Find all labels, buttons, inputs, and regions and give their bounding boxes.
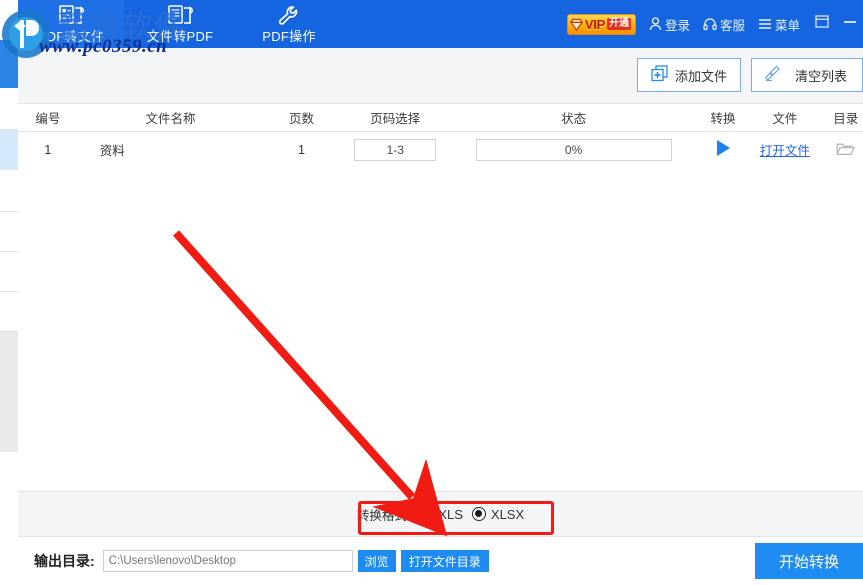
table-header-row: 编号 文件名称 页数 页码选择 状态 转换 文件 目录 删除 bbox=[18, 104, 863, 131]
table-row: 1 资料 1 1-3 0% 打开文件 bbox=[18, 131, 863, 168]
file-to-pdf-icon bbox=[168, 5, 193, 27]
nav-tab-pdf-to-file[interactable]: PDF转文件 bbox=[18, 0, 124, 48]
folder-icon[interactable] bbox=[836, 145, 855, 159]
menu-label: 菜单 bbox=[775, 15, 800, 34]
window-controls bbox=[815, 15, 857, 33]
strip-segment bbox=[0, 88, 18, 130]
cell-page-count: 1 bbox=[263, 131, 339, 168]
cell-status: 0% bbox=[451, 131, 696, 168]
play-icon[interactable] bbox=[717, 140, 730, 156]
radio-xlsx-icon[interactable] bbox=[472, 507, 486, 521]
output-dir-label: 输出目录: bbox=[34, 551, 95, 571]
nav-tab-file-to-pdf[interactable]: 文件转PDF bbox=[124, 0, 236, 48]
strip-segment bbox=[0, 452, 18, 585]
format-option-xls[interactable]: XLS bbox=[419, 507, 463, 522]
vip-label: VIP bbox=[585, 18, 605, 31]
minimize-icon[interactable] bbox=[843, 15, 857, 33]
vip-upgrade-button[interactable]: VIP 开通 bbox=[567, 14, 636, 35]
format-option-xlsx[interactable]: XLSX bbox=[472, 507, 524, 522]
nav-tab-label: PDF操作 bbox=[262, 29, 316, 44]
toolbar-buttons: 添加文件 清空列表 bbox=[637, 58, 863, 92]
login-button[interactable]: 登录 bbox=[649, 15, 690, 34]
clear-list-button[interactable]: 清空列表 bbox=[751, 58, 863, 92]
pdf-to-file-icon bbox=[59, 5, 84, 27]
strip-segment-blue bbox=[0, 40, 18, 88]
column-header-name: 文件名称 bbox=[78, 104, 264, 131]
headset-icon bbox=[703, 17, 717, 31]
column-header-status: 状态 bbox=[451, 104, 696, 131]
output-path-input[interactable]: C:\Users\lenovo\Desktop bbox=[103, 550, 353, 572]
file-table: 编号 文件名称 页数 页码选择 状态 转换 文件 目录 删除 1 资料 1 bbox=[18, 104, 863, 168]
wrench-icon bbox=[277, 5, 301, 27]
restore-icon[interactable] bbox=[815, 15, 829, 33]
add-file-button[interactable]: 添加文件 bbox=[637, 58, 741, 92]
nav-tab-label: PDF转文件 bbox=[38, 29, 105, 44]
user-icon bbox=[649, 17, 662, 31]
title-bar: PDF转文件 文件转PDF bbox=[18, 0, 863, 48]
support-label: 客服 bbox=[720, 15, 745, 34]
progress-field: 0% bbox=[476, 139, 672, 161]
app-window: PDF转文件 文件转PDF bbox=[0, 0, 863, 585]
main-nav: PDF转文件 文件转PDF bbox=[18, 0, 342, 48]
format-label: 转换格式: bbox=[357, 505, 410, 524]
file-list-panel: 编号 文件名称 页数 页码选择 状态 转换 文件 目录 删除 1 资料 1 bbox=[18, 104, 863, 491]
action-toolbar: 添加文件 清空列表 bbox=[18, 48, 863, 104]
open-output-dir-button[interactable]: 打开文件目录 bbox=[401, 550, 489, 572]
broom-icon bbox=[764, 65, 781, 85]
format-option-xlsx-label: XLSX bbox=[491, 507, 524, 522]
strip-segment bbox=[0, 252, 18, 292]
left-window-strip bbox=[0, 0, 18, 585]
radio-xls-icon[interactable] bbox=[419, 507, 433, 521]
start-convert-button[interactable]: 开始转换 bbox=[755, 543, 863, 579]
clear-list-label: 清空列表 bbox=[795, 66, 847, 85]
output-bar: 输出目录: C:\Users\lenovo\Desktop 浏览 打开文件目录 … bbox=[18, 537, 863, 585]
open-file-link[interactable]: 打开文件 bbox=[760, 144, 810, 158]
strip-segment-selected[interactable] bbox=[0, 130, 18, 170]
hamburger-icon bbox=[758, 18, 772, 30]
cell-open-directory bbox=[820, 131, 863, 168]
cell-convert bbox=[696, 131, 750, 168]
column-header-no: 编号 bbox=[18, 104, 78, 131]
cell-file-name: 资料 bbox=[78, 131, 264, 168]
column-header-file: 文件 bbox=[750, 104, 820, 131]
menu-button[interactable]: 菜单 bbox=[758, 15, 800, 34]
nav-tab-label: 文件转PDF bbox=[147, 29, 214, 44]
column-header-pages: 页数 bbox=[263, 104, 339, 131]
column-header-dir: 目录 bbox=[820, 104, 863, 131]
output-format-bar: 转换格式: XLS XLSX bbox=[18, 491, 863, 537]
format-options: 转换格式: XLS XLSX bbox=[357, 505, 524, 524]
vip-suffix-label: 开通 bbox=[607, 18, 631, 30]
strip-segment bbox=[0, 212, 18, 252]
nav-tab-pdf-operations[interactable]: PDF操作 bbox=[236, 0, 342, 48]
support-button[interactable]: 客服 bbox=[703, 15, 745, 34]
strip-segment bbox=[0, 170, 18, 212]
login-label: 登录 bbox=[665, 15, 690, 34]
add-file-label: 添加文件 bbox=[675, 66, 727, 85]
column-header-convert: 转换 bbox=[696, 104, 750, 131]
strip-segment-gray bbox=[0, 332, 18, 452]
browse-button[interactable]: 浏览 bbox=[358, 550, 396, 572]
diamond-icon bbox=[570, 18, 583, 31]
strip-segment bbox=[0, 292, 18, 332]
cell-page-range: 1-3 bbox=[340, 131, 451, 168]
cell-row-number: 1 bbox=[18, 131, 78, 168]
header-actions: VIP 开通 登录 bbox=[567, 0, 857, 48]
format-option-xls-label: XLS bbox=[438, 507, 463, 522]
column-header-range: 页码选择 bbox=[340, 104, 451, 131]
add-file-icon bbox=[651, 65, 668, 85]
cell-open-file: 打开文件 bbox=[750, 131, 820, 168]
page-range-input[interactable]: 1-3 bbox=[354, 139, 436, 161]
